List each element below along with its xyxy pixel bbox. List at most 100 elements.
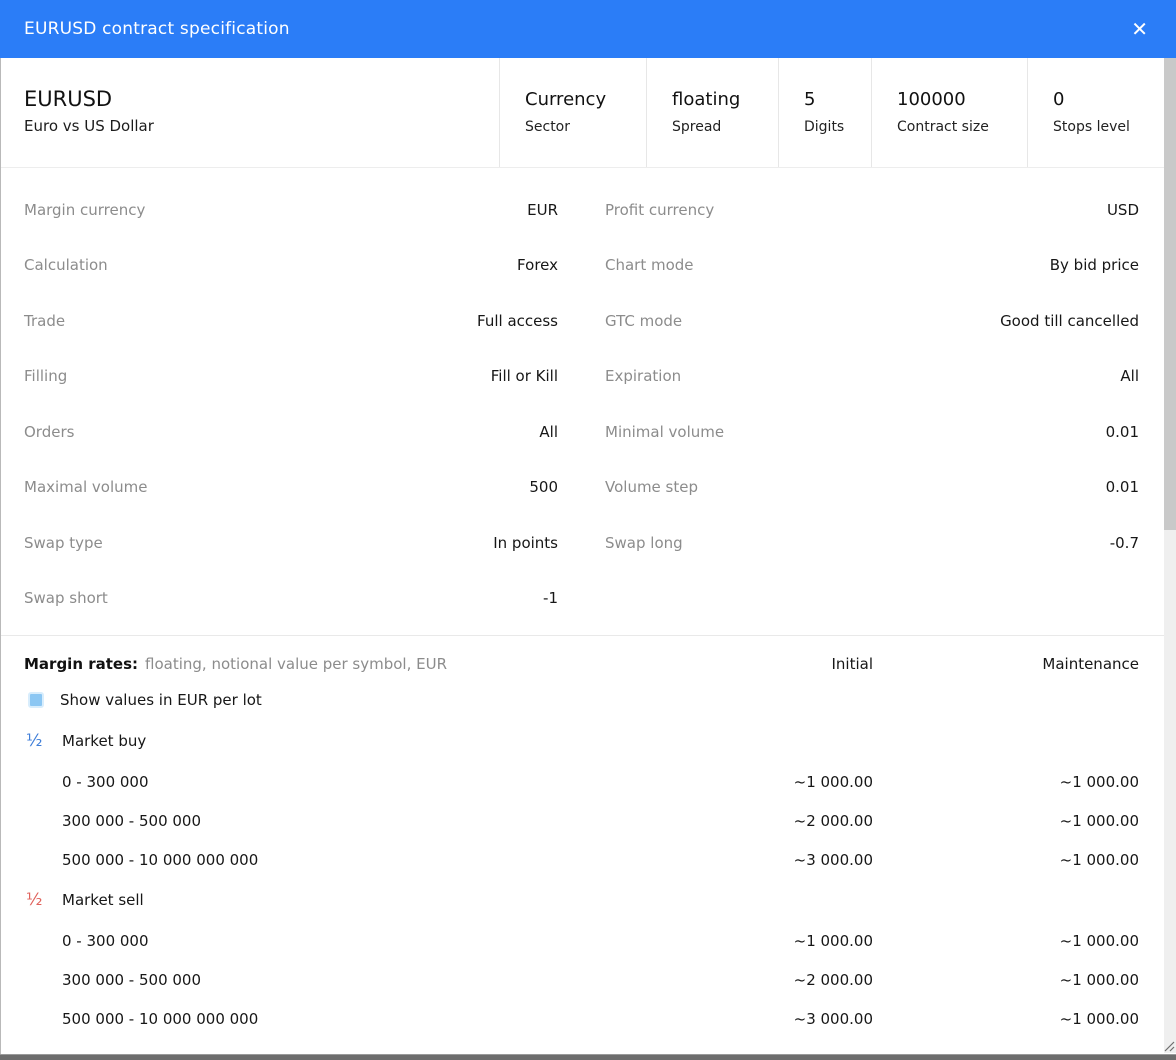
property-value: Full access bbox=[477, 312, 558, 330]
summary-cell-value: floating bbox=[672, 88, 770, 112]
summary-cell-stops-level: 0 Stops level bbox=[1028, 58, 1164, 167]
properties-column-right: Profit currencyUSD Chart mode By bid price… bbox=[605, 182, 1139, 626]
property-value: All bbox=[1120, 367, 1139, 385]
close-icon[interactable]: ✕ bbox=[1125, 15, 1154, 43]
property-row: Maximal volume 500 bbox=[24, 460, 558, 516]
property-label: Chart mode bbox=[605, 256, 694, 274]
symbol-summary-band: EURUSD Euro vs US Dollar CurrencySectorf… bbox=[0, 58, 1176, 168]
checkbox-label: Show values in EUR per lot bbox=[60, 691, 262, 709]
margin-rates-header: Margin rates: floating, notional value p… bbox=[24, 648, 1139, 680]
summary-cell-value: 0 bbox=[1053, 88, 1156, 112]
symbol-description: Euro vs US Dollar bbox=[24, 117, 491, 135]
property-label: Volume step bbox=[605, 478, 698, 496]
summary-cell-label: Digits bbox=[804, 119, 863, 135]
property-label: Minimal volume bbox=[605, 423, 724, 441]
property-label: Swap long bbox=[605, 534, 683, 552]
property-row: Swap short -1 bbox=[24, 571, 558, 627]
summary-cell-label: Sector bbox=[525, 119, 638, 135]
symbol-name: EURUSD bbox=[24, 86, 491, 112]
margin-rates-section: Margin rates: floating, notional value p… bbox=[0, 635, 1176, 1038]
maintenance-value: ~1 000.00 bbox=[873, 971, 1139, 989]
group-header-market-sell: ½Market sell bbox=[24, 879, 1139, 921]
summary-cell-label: Stops level bbox=[1053, 119, 1156, 135]
column-header-initial: Initial bbox=[593, 655, 873, 673]
initial-value: ~1 000.00 bbox=[593, 773, 873, 791]
scrollbar-thumb[interactable] bbox=[1164, 58, 1176, 530]
property-value: Fill or Kill bbox=[491, 367, 558, 385]
margin-tier-row: 500 000 - 10 000 000 000~3 000.00~1 000.… bbox=[24, 840, 1139, 879]
property-value: USD bbox=[1107, 201, 1139, 219]
margin-range: 300 000 - 500 000 bbox=[24, 971, 593, 989]
property-row: Trade Full access bbox=[24, 293, 558, 349]
initial-value: ~3 000.00 bbox=[593, 1010, 873, 1028]
margin-tier-row: 300 000 - 500 000~2 000.00~1 000.00 bbox=[24, 801, 1139, 840]
property-row: Swap type In points bbox=[24, 515, 558, 571]
maintenance-value: ~1 000.00 bbox=[873, 851, 1139, 869]
property-value: Forex bbox=[517, 256, 558, 274]
summary-cell-sector: Currency Sector bbox=[500, 58, 647, 167]
summary-cell-label: Contract size bbox=[897, 119, 1019, 135]
property-value: In points bbox=[493, 534, 558, 552]
margin-tier-row: 500 000 - 10 000 000 000~3 000.00~1 000.… bbox=[24, 999, 1139, 1038]
initial-value: ~3 000.00 bbox=[593, 851, 873, 869]
checkbox-show-values-per-lot[interactable] bbox=[28, 692, 44, 708]
group-header-market-buy: ½Market buy bbox=[24, 720, 1139, 762]
contract-specification-dialog: EURUSD contract specification ✕ EURUSD E… bbox=[0, 0, 1176, 1060]
property-row: Calculation Forex bbox=[24, 238, 558, 294]
property-value: 500 bbox=[529, 478, 558, 496]
margin-range: 500 000 - 10 000 000 000 bbox=[24, 851, 593, 869]
window-bottom-edge bbox=[0, 1054, 1176, 1060]
window-left-edge bbox=[0, 58, 1, 1054]
property-value: 0.01 bbox=[1106, 478, 1139, 496]
margin-groups: ½Market buy0 - 300 000~1 000.00~1 000.00… bbox=[24, 720, 1139, 1038]
property-value: 0.01 bbox=[1106, 423, 1139, 441]
maintenance-value: ~1 000.00 bbox=[873, 812, 1139, 830]
property-row: Profit currencyUSD bbox=[605, 182, 1139, 238]
margin-range: 500 000 - 10 000 000 000 bbox=[24, 1010, 593, 1028]
initial-value: ~2 000.00 bbox=[593, 812, 873, 830]
property-label: Filling bbox=[24, 367, 67, 385]
summary-cell-value: Currency bbox=[525, 88, 638, 112]
symbol-cell: EURUSD Euro vs US Dollar bbox=[0, 58, 500, 167]
property-row: Orders All bbox=[24, 404, 558, 460]
property-label: Trade bbox=[24, 312, 65, 330]
resize-grip-icon[interactable] bbox=[1163, 1040, 1175, 1052]
property-value: -0.7 bbox=[1110, 534, 1139, 552]
properties-grid: Margin currencyEUR Calculation Forex Trade F… bbox=[0, 168, 1176, 635]
property-row: Volume step 0.01 bbox=[605, 460, 1139, 516]
margin-tier-row: 0 - 300 000~1 000.00~1 000.00 bbox=[24, 762, 1139, 801]
property-row: Swap long -0.7 bbox=[605, 515, 1139, 571]
summary-cell-spread: floating Spread bbox=[647, 58, 779, 167]
margin-range: 300 000 - 500 000 bbox=[24, 812, 593, 830]
initial-value: ~2 000.00 bbox=[593, 971, 873, 989]
property-label: Maximal volume bbox=[24, 478, 148, 496]
summary-cell-label: Spread bbox=[672, 119, 770, 135]
show-values-row: Show values in EUR per lot bbox=[24, 680, 1139, 720]
property-value: All bbox=[539, 423, 558, 441]
maintenance-value: ~1 000.00 bbox=[873, 932, 1139, 950]
property-label: Swap short bbox=[24, 589, 108, 607]
property-row: Chart mode By bid price bbox=[605, 238, 1139, 294]
group-name: Market sell bbox=[62, 891, 144, 909]
property-value: EUR bbox=[527, 201, 558, 219]
property-label: Expiration bbox=[605, 367, 681, 385]
property-value: Good till cancelled bbox=[1000, 312, 1139, 330]
property-label: Orders bbox=[24, 423, 74, 441]
property-value: By bid price bbox=[1050, 256, 1139, 274]
margin-range: 0 - 300 000 bbox=[24, 773, 593, 791]
dialog-title: EURUSD contract specification bbox=[24, 19, 290, 39]
summary-cell-value: 5 bbox=[804, 88, 863, 112]
property-label: Swap type bbox=[24, 534, 103, 552]
property-row: Margin currencyEUR bbox=[24, 182, 558, 238]
maintenance-value: ~1 000.00 bbox=[873, 1010, 1139, 1028]
property-label: Calculation bbox=[24, 256, 108, 274]
summary-cell-digits: 5 Digits bbox=[779, 58, 872, 167]
property-row: Expiration All bbox=[605, 349, 1139, 405]
margin-rates-subtitle: floating, notional value per symbol, EUR bbox=[145, 655, 593, 673]
property-value: -1 bbox=[543, 589, 558, 607]
margin-tier-row: 300 000 - 500 000~2 000.00~1 000.00 bbox=[24, 960, 1139, 999]
margin-rates-title: Margin rates: bbox=[24, 655, 138, 673]
scrollbar-track[interactable] bbox=[1164, 58, 1176, 1053]
summary-cell-value: 100000 bbox=[897, 88, 1019, 112]
group-name: Market buy bbox=[62, 732, 146, 750]
